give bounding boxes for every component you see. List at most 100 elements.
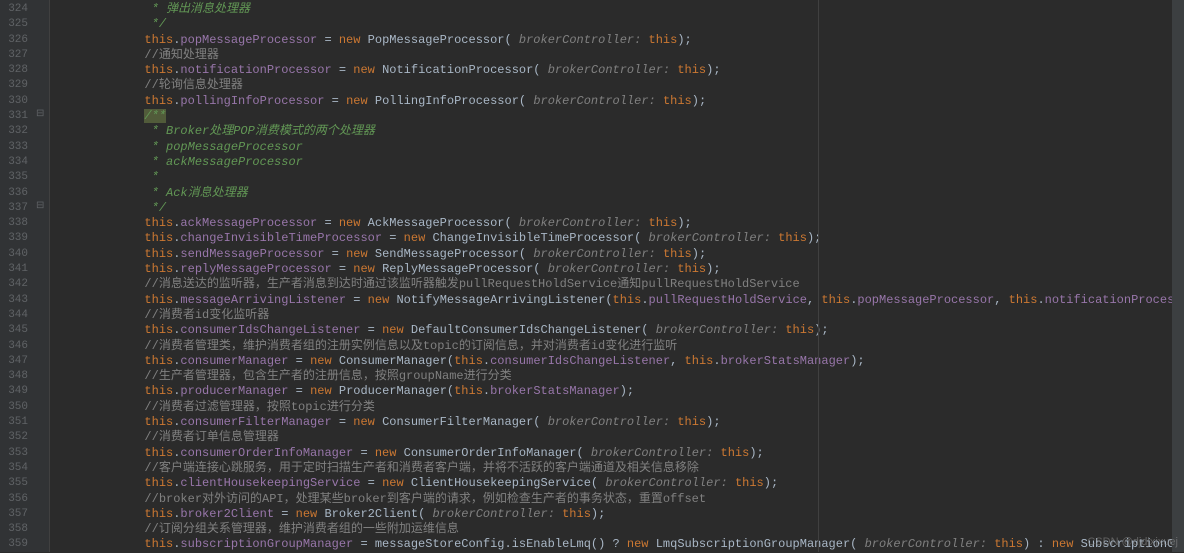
code-line[interactable]: */ xyxy=(58,17,1184,32)
line-number[interactable]: 351 xyxy=(4,415,28,430)
line-number[interactable]: 331 xyxy=(4,109,28,124)
line-number[interactable]: 345 xyxy=(4,323,28,338)
fold-cell[interactable] xyxy=(36,306,49,321)
line-number[interactable]: 335 xyxy=(4,170,28,185)
code-line[interactable]: this.consumerFilterManager = new Consume… xyxy=(58,415,1184,430)
line-number[interactable]: 341 xyxy=(4,262,28,277)
line-number[interactable]: 338 xyxy=(4,216,28,231)
line-number[interactable]: 325 xyxy=(4,17,28,32)
code-line[interactable]: this.consumerIdsChangeListener = new Def… xyxy=(58,323,1184,338)
fold-cell[interactable] xyxy=(36,505,49,520)
code-line[interactable]: * 弹出消息处理器 xyxy=(58,2,1184,17)
fold-cell[interactable]: ⊟ xyxy=(36,199,49,214)
code-line[interactable]: * xyxy=(58,170,1184,185)
fold-cell[interactable] xyxy=(36,367,49,382)
code-line[interactable]: //通知处理器 xyxy=(58,48,1184,63)
fold-gutter[interactable]: ⊟⊟ xyxy=(36,0,50,552)
line-number[interactable]: 330 xyxy=(4,94,28,109)
line-number[interactable]: 340 xyxy=(4,247,28,262)
fold-cell[interactable]: ⊟ xyxy=(36,107,49,122)
fold-cell[interactable] xyxy=(36,31,49,46)
line-number[interactable]: 343 xyxy=(4,293,28,308)
line-number[interactable]: 336 xyxy=(4,186,28,201)
line-number[interactable]: 334 xyxy=(4,155,28,170)
scrollbar-vertical[interactable] xyxy=(1172,0,1184,552)
fold-cell[interactable] xyxy=(36,153,49,168)
line-number[interactable]: 337 xyxy=(4,201,28,216)
line-number[interactable]: 329 xyxy=(4,78,28,93)
line-number[interactable]: 333 xyxy=(4,140,28,155)
code-line[interactable]: this.popMessageProcessor = new PopMessag… xyxy=(58,33,1184,48)
fold-cell[interactable] xyxy=(36,490,49,505)
code-line[interactable]: //消息送达的监听器，生产者消息到达时通过该监听器触发pullRequestHo… xyxy=(58,277,1184,292)
code-line[interactable]: //订阅分组关系管理器，维护消费者组的一些附加运维信息 xyxy=(58,522,1184,537)
fold-cell[interactable] xyxy=(36,214,49,229)
fold-cell[interactable] xyxy=(36,428,49,443)
code-area[interactable]: * 弹出消息处理器 */ this.popMessageProcessor = … xyxy=(50,0,1184,552)
code-line[interactable]: this.sendMessageProcessor = new SendMess… xyxy=(58,247,1184,262)
code-line[interactable]: * popMessageProcessor xyxy=(58,140,1184,155)
code-line[interactable]: this.consumerOrderInfoManager = new Cons… xyxy=(58,446,1184,461)
code-line[interactable]: this.clientHousekeepingService = new Cli… xyxy=(58,476,1184,491)
line-number[interactable]: 349 xyxy=(4,384,28,399)
fold-cell[interactable] xyxy=(36,46,49,61)
fold-cell[interactable] xyxy=(36,382,49,397)
fold-cell[interactable] xyxy=(36,0,49,15)
fold-cell[interactable] xyxy=(36,275,49,290)
code-line[interactable]: //轮询信息处理器 xyxy=(58,78,1184,93)
line-number[interactable]: 328 xyxy=(4,63,28,78)
code-line[interactable]: * Ack消息处理器 xyxy=(58,186,1184,201)
code-editor[interactable]: 3243253263273283293303313323333343353363… xyxy=(0,0,1184,552)
line-number[interactable]: 342 xyxy=(4,277,28,292)
code-line[interactable]: */ xyxy=(58,201,1184,216)
code-line[interactable]: /** xyxy=(58,109,1184,124)
line-number[interactable]: 344 xyxy=(4,308,28,323)
line-number[interactable]: 355 xyxy=(4,476,28,491)
line-number[interactable]: 356 xyxy=(4,492,28,507)
fold-cell[interactable] xyxy=(36,321,49,336)
fold-cell[interactable] xyxy=(36,352,49,367)
code-line[interactable]: //broker对外访问的API，处理某些broker到客户端的请求，例如检查生… xyxy=(58,492,1184,507)
code-line[interactable]: this.subscriptionGroupManager = messageS… xyxy=(58,537,1184,552)
line-number[interactable]: 347 xyxy=(4,354,28,369)
code-line[interactable]: this.messageArrivingListener = new Notif… xyxy=(58,293,1184,308)
line-number[interactable]: 332 xyxy=(4,124,28,139)
code-line[interactable]: * Broker处理POP消费模式的两个处理器 xyxy=(58,124,1184,139)
fold-cell[interactable] xyxy=(36,291,49,306)
code-line[interactable]: //消费者过滤管理器，按照topic进行分类 xyxy=(58,400,1184,415)
fold-cell[interactable] xyxy=(36,92,49,107)
fold-cell[interactable] xyxy=(36,337,49,352)
code-line[interactable]: //生产者管理器，包含生产者的注册信息，按照groupName进行分类 xyxy=(58,369,1184,384)
fold-cell[interactable] xyxy=(36,184,49,199)
code-line[interactable]: this.consumerManager = new ConsumerManag… xyxy=(58,354,1184,369)
code-line[interactable]: //客户端连接心跳服务，用于定时扫描生产者和消费者客户端，并将不活跃的客户端通道… xyxy=(58,461,1184,476)
fold-cell[interactable] xyxy=(36,168,49,183)
fold-cell[interactable] xyxy=(36,61,49,76)
fold-cell[interactable] xyxy=(36,260,49,275)
code-line[interactable]: this.notificationProcessor = new Notific… xyxy=(58,63,1184,78)
line-number[interactable]: 350 xyxy=(4,400,28,415)
line-number[interactable]: 353 xyxy=(4,446,28,461)
fold-cell[interactable] xyxy=(36,474,49,489)
fold-cell[interactable] xyxy=(36,535,49,550)
line-number[interactable]: 339 xyxy=(4,231,28,246)
line-number[interactable]: 327 xyxy=(4,48,28,63)
code-line[interactable]: this.broker2Client = new Broker2Client( … xyxy=(58,507,1184,522)
line-number[interactable]: 324 xyxy=(4,2,28,17)
code-line[interactable]: //消费者管理类，维护消费者组的注册实例信息以及topic的订阅信息，并对消费者… xyxy=(58,339,1184,354)
fold-cell[interactable] xyxy=(36,15,49,30)
code-line[interactable]: * ackMessageProcessor xyxy=(58,155,1184,170)
code-line[interactable]: this.ackMessageProcessor = new AckMessag… xyxy=(58,216,1184,231)
line-number[interactable]: 359 xyxy=(4,537,28,552)
code-line[interactable]: this.producerManager = new ProducerManag… xyxy=(58,384,1184,399)
fold-cell[interactable] xyxy=(36,520,49,535)
fold-cell[interactable] xyxy=(36,398,49,413)
code-line[interactable]: this.changeInvisibleTimeProcessor = new … xyxy=(58,231,1184,246)
fold-cell[interactable] xyxy=(36,229,49,244)
fold-cell[interactable] xyxy=(36,444,49,459)
code-line[interactable]: this.pollingInfoProcessor = new PollingI… xyxy=(58,94,1184,109)
fold-cell[interactable] xyxy=(36,459,49,474)
code-line[interactable]: //消费者id变化监听器 xyxy=(58,308,1184,323)
line-number[interactable]: 348 xyxy=(4,369,28,384)
code-line[interactable]: this.replyMessageProcessor = new ReplyMe… xyxy=(58,262,1184,277)
